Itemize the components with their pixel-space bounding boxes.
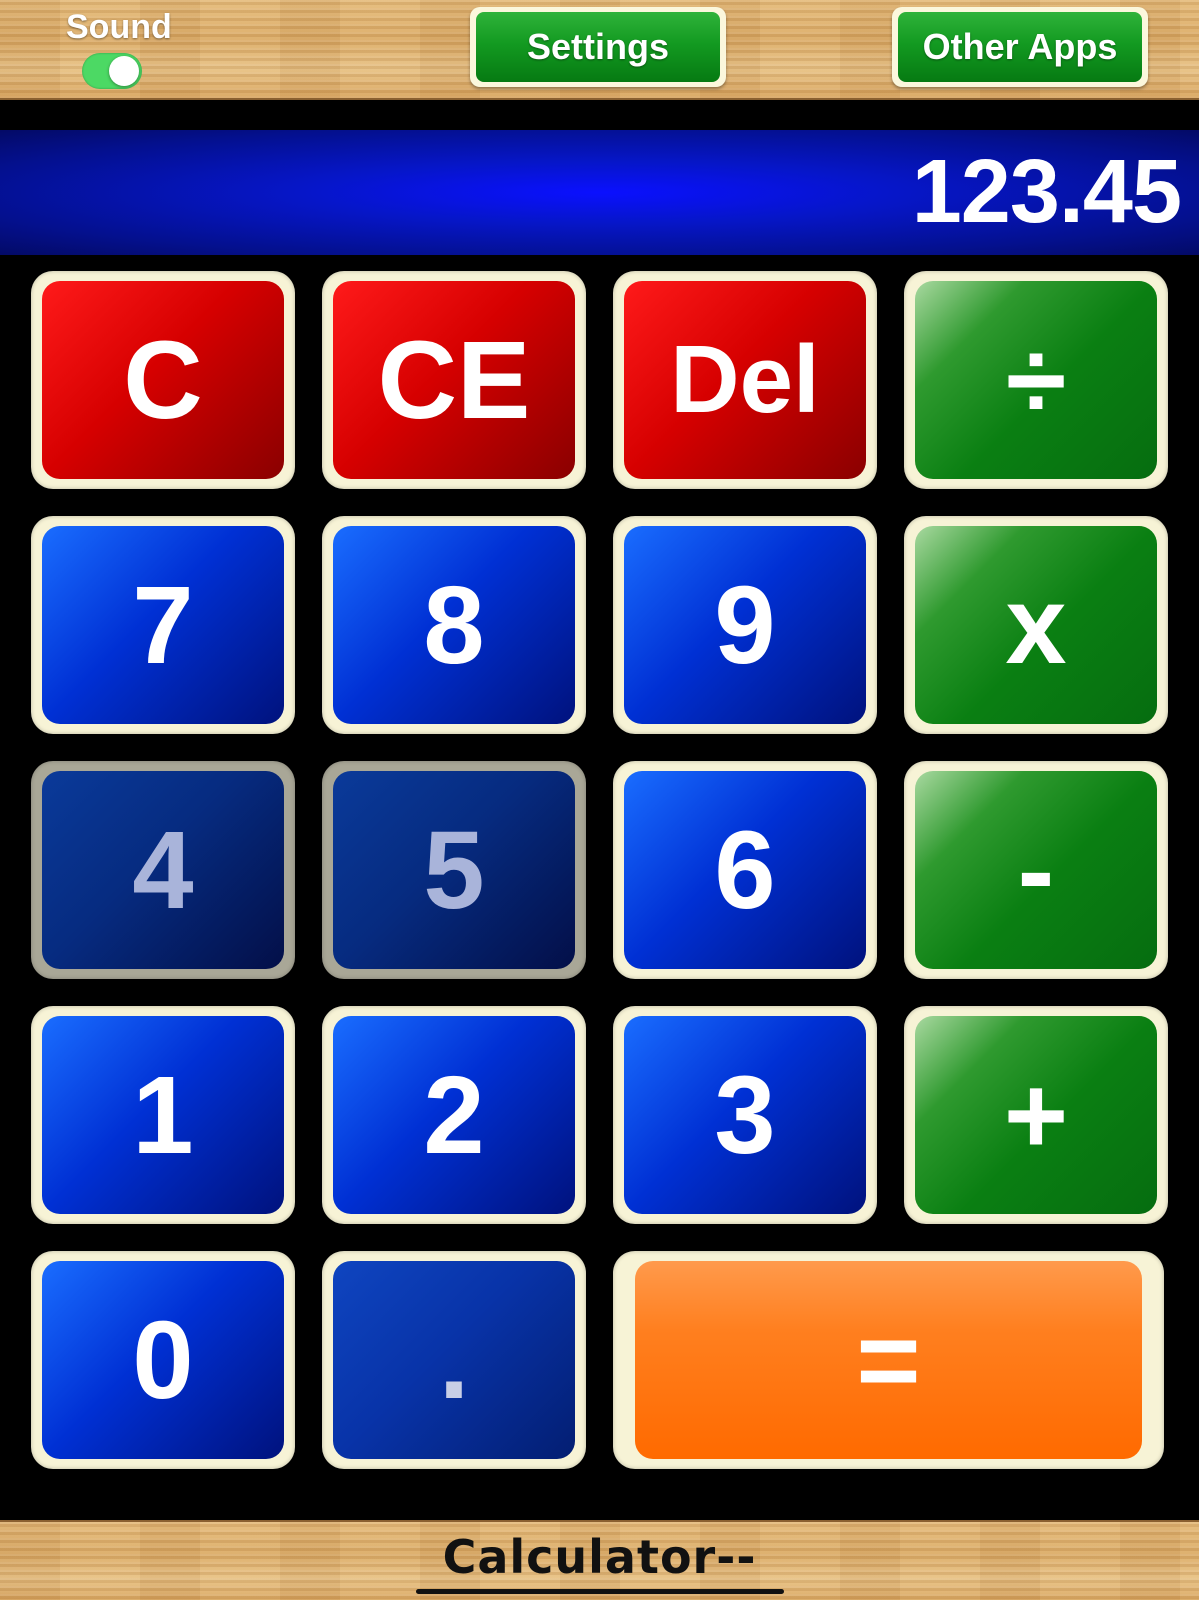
delete-button[interactable]: Del xyxy=(613,271,877,489)
divide-button-label: ÷ xyxy=(915,281,1157,479)
subtract-button[interactable]: - xyxy=(904,761,1168,979)
digit-4-button[interactable]: 4 xyxy=(31,761,295,979)
digit-7-button[interactable]: 7 xyxy=(31,516,295,734)
digit-6-label: 6 xyxy=(624,771,866,969)
decimal-button[interactable]: . xyxy=(322,1251,586,1469)
digit-2-button[interactable]: 2 xyxy=(322,1006,586,1224)
digit-0-label: 0 xyxy=(42,1261,284,1459)
top-toolbar: Sound Settings Other Apps xyxy=(0,0,1199,100)
clear-button-label: C xyxy=(42,281,284,479)
title-underline xyxy=(416,1589,784,1594)
digit-2-label: 2 xyxy=(333,1016,575,1214)
digit-5-button[interactable]: 5 xyxy=(322,761,586,979)
digit-3-button[interactable]: 3 xyxy=(613,1006,877,1224)
digit-9-button[interactable]: 9 xyxy=(613,516,877,734)
bottom-bar: Calculator-- xyxy=(0,1520,1199,1600)
settings-button-label: Settings xyxy=(476,12,720,82)
sound-toggle[interactable] xyxy=(82,53,142,89)
delete-button-label: Del xyxy=(624,281,866,479)
calculator-app: Sound Settings Other Apps 123.45 C CE De… xyxy=(0,0,1199,1600)
digit-1-label: 1 xyxy=(42,1016,284,1214)
equals-button[interactable]: = xyxy=(613,1251,1164,1469)
divide-button[interactable]: ÷ xyxy=(904,271,1168,489)
digit-6-button[interactable]: 6 xyxy=(613,761,877,979)
digit-8-label: 8 xyxy=(333,526,575,724)
multiply-button-label: x xyxy=(915,526,1157,724)
digit-5-label: 5 xyxy=(333,771,575,969)
equals-button-label: = xyxy=(635,1261,1142,1459)
clear-entry-button-label: CE xyxy=(333,281,575,479)
sound-label: Sound xyxy=(66,8,172,46)
digit-3-label: 3 xyxy=(624,1016,866,1214)
calculator-display: 123.45 xyxy=(0,130,1199,255)
multiply-button[interactable]: x xyxy=(904,516,1168,734)
add-button[interactable]: + xyxy=(904,1006,1168,1224)
digit-7-label: 7 xyxy=(42,526,284,724)
settings-button[interactable]: Settings xyxy=(470,7,726,87)
clear-button[interactable]: C xyxy=(31,271,295,489)
other-apps-button-label: Other Apps xyxy=(898,12,1142,82)
digit-1-button[interactable]: 1 xyxy=(31,1006,295,1224)
other-apps-button[interactable]: Other Apps xyxy=(892,7,1148,87)
app-title: Calculator-- xyxy=(442,1530,757,1584)
decimal-button-label: . xyxy=(333,1261,575,1459)
digit-8-button[interactable]: 8 xyxy=(322,516,586,734)
toggle-knob xyxy=(109,56,139,86)
digit-9-label: 9 xyxy=(624,526,866,724)
clear-entry-button[interactable]: CE xyxy=(322,271,586,489)
display-value: 123.45 xyxy=(911,142,1182,242)
subtract-button-label: - xyxy=(915,771,1157,969)
add-button-label: + xyxy=(915,1016,1157,1214)
digit-4-label: 4 xyxy=(42,771,284,969)
digit-0-button[interactable]: 0 xyxy=(31,1251,295,1469)
